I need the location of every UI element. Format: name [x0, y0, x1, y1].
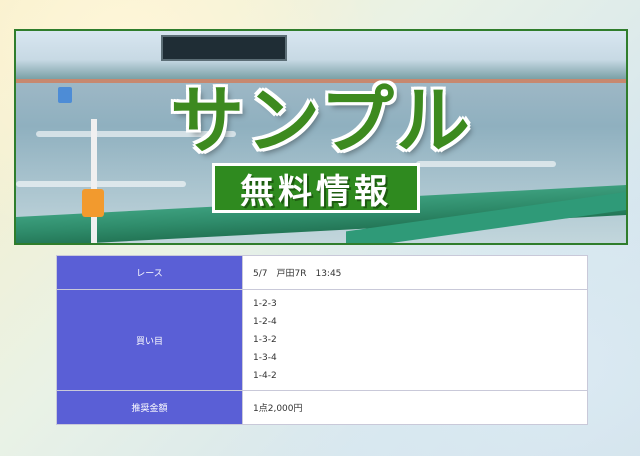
bet-item: 1-3-2: [253, 334, 277, 345]
banner-title: サンプル: [170, 78, 472, 164]
amount-label: 推奨金額: [56, 390, 243, 425]
race-label: レース: [56, 255, 243, 290]
table-row: 買い目 1-2-3 1-2-4 1-3-2 1-3-4 1-4-2: [56, 289, 588, 391]
bet-item: 1-2-4: [253, 316, 277, 327]
banner-badge: 無料情報: [212, 163, 420, 213]
bets-label: 買い目: [56, 289, 243, 391]
display-screen: [161, 35, 287, 61]
race-value: 5/7 戸田7R 13:45: [242, 255, 588, 290]
prediction-table: レース 5/7 戸田7R 13:45 買い目 1-2-3 1-2-4 1-3-2…: [56, 255, 588, 425]
table-row: レース 5/7 戸田7R 13:45: [56, 255, 588, 290]
water-wake: [16, 181, 186, 187]
bet-item: 1-4-2: [253, 370, 277, 381]
table-row: 推奨金額 1点2,000円: [56, 390, 588, 425]
bet-item: 1-2-3: [253, 298, 277, 309]
banner-image: サンプル 無料情報: [14, 29, 628, 245]
amount-value: 1点2,000円: [242, 390, 588, 425]
bet-item: 1-3-4: [253, 352, 277, 363]
bets-value: 1-2-3 1-2-4 1-3-2 1-3-4 1-4-2: [242, 289, 588, 391]
buoy: [82, 189, 104, 217]
